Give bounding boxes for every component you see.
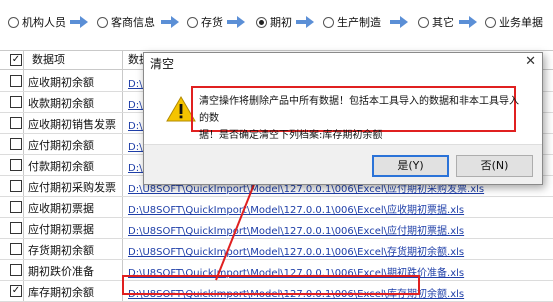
arrow-right-icon [390, 16, 408, 28]
row-checkbox[interactable] [10, 138, 22, 150]
step-label: 存货 [201, 16, 223, 29]
step-label: 期初 [270, 16, 292, 29]
step-radio[interactable] [323, 16, 334, 28]
step-radio[interactable] [418, 16, 429, 28]
row-checkbox[interactable] [10, 243, 22, 255]
data-item-name: 应收期初销售发票 [28, 118, 116, 131]
file-path-link[interactable]: D:\U8SOFT\QuickImport\Model\127.0.0.1\00… [128, 243, 464, 258]
dialog-message-line: 清空操作将删除产品中所有数据！包括本工具导入的数据和非本工具导入的数 [199, 96, 519, 124]
close-icon[interactable]: ✕ [525, 54, 536, 69]
data-item-name: 收款期初余额 [28, 97, 94, 110]
step-label: 其它 [432, 16, 454, 29]
step-item[interactable]: 其它 [418, 15, 454, 29]
row-checkbox[interactable] [10, 117, 22, 129]
dialog-footer: 是(Y) 否(N) [144, 144, 542, 184]
step-item[interactable]: 期初 [256, 15, 292, 29]
row-checkbox[interactable] [10, 201, 22, 213]
data-item-name: 付款期初余额 [28, 160, 94, 173]
row-checkbox-checked[interactable]: ✓ [10, 285, 22, 297]
step-radio[interactable] [485, 16, 496, 28]
step-radio-selected[interactable] [256, 16, 267, 28]
data-item-name: 应付期初采购发票 [28, 181, 116, 194]
arrow-right-icon [227, 16, 245, 28]
step-item[interactable]: 客商信息 [97, 15, 155, 29]
step-radio[interactable] [8, 16, 19, 28]
step-item[interactable]: 生产制造 [323, 15, 381, 29]
step-item[interactable]: 存货 [187, 15, 223, 29]
arrow-right-icon [296, 16, 314, 28]
row-checkbox[interactable] [10, 180, 22, 192]
file-path-link[interactable]: D:\U8SOFT\QuickImport\Model\127.0.0.1\00… [128, 222, 464, 237]
file-path-link[interactable]: D:\U8SOFT\QuickImport\Model\127.0.0.1\00… [128, 201, 464, 216]
step-item[interactable]: 机构人员 [8, 15, 66, 29]
data-item-name: 应付期初票据 [28, 223, 94, 236]
dialog-title: 清空 [150, 57, 175, 71]
step-radio[interactable] [187, 16, 198, 28]
row-checkbox[interactable] [10, 264, 22, 276]
step-navigation-bar: 机构人员 客商信息 存货 期初 生产制造 其它 业务单据 [0, 0, 553, 40]
step-radio[interactable] [97, 16, 108, 28]
step-label: 客商信息 [111, 16, 155, 29]
data-item-name: 应付期初余额 [28, 139, 94, 152]
data-item-name: 应收期初余额 [28, 76, 94, 89]
data-item-name: 期初跌价准备 [28, 265, 94, 278]
arrow-right-icon [459, 16, 477, 28]
arrow-right-icon [161, 16, 179, 28]
clear-confirm-dialog: 清空 ✕ 清空操作将删除产品中所有数据！包括本工具导入的数据和非本工具导入的数 … [143, 52, 543, 185]
data-item-name: 存货期初余额 [28, 244, 94, 257]
step-label: 机构人员 [22, 16, 66, 29]
dialog-message: 清空操作将删除产品中所有数据！包括本工具导入的数据和非本工具导入的数 据！是否确… [199, 93, 519, 144]
arrow-right-icon [70, 16, 88, 28]
dialog-message-line: 据！是否确定清空下列档案:库存期初余额 [199, 130, 383, 141]
row-checkbox[interactable] [10, 75, 22, 87]
data-item-name: 应收期初票据 [28, 202, 94, 215]
row-checkbox[interactable] [10, 96, 22, 108]
select-all-checkbox[interactable]: ✓ [10, 54, 22, 66]
step-item[interactable]: 业务单据 [485, 15, 543, 29]
row-checkbox[interactable] [10, 159, 22, 171]
data-item-name: 库存期初余额 [28, 286, 94, 299]
row-checkbox[interactable] [10, 222, 22, 234]
step-label: 生产制造 [337, 16, 381, 29]
no-button[interactable]: 否(N) [456, 155, 533, 177]
column-header-item[interactable]: 数据项 [32, 51, 65, 69]
step-label: 业务单据 [499, 16, 543, 29]
yes-button[interactable]: 是(Y) [372, 155, 449, 177]
